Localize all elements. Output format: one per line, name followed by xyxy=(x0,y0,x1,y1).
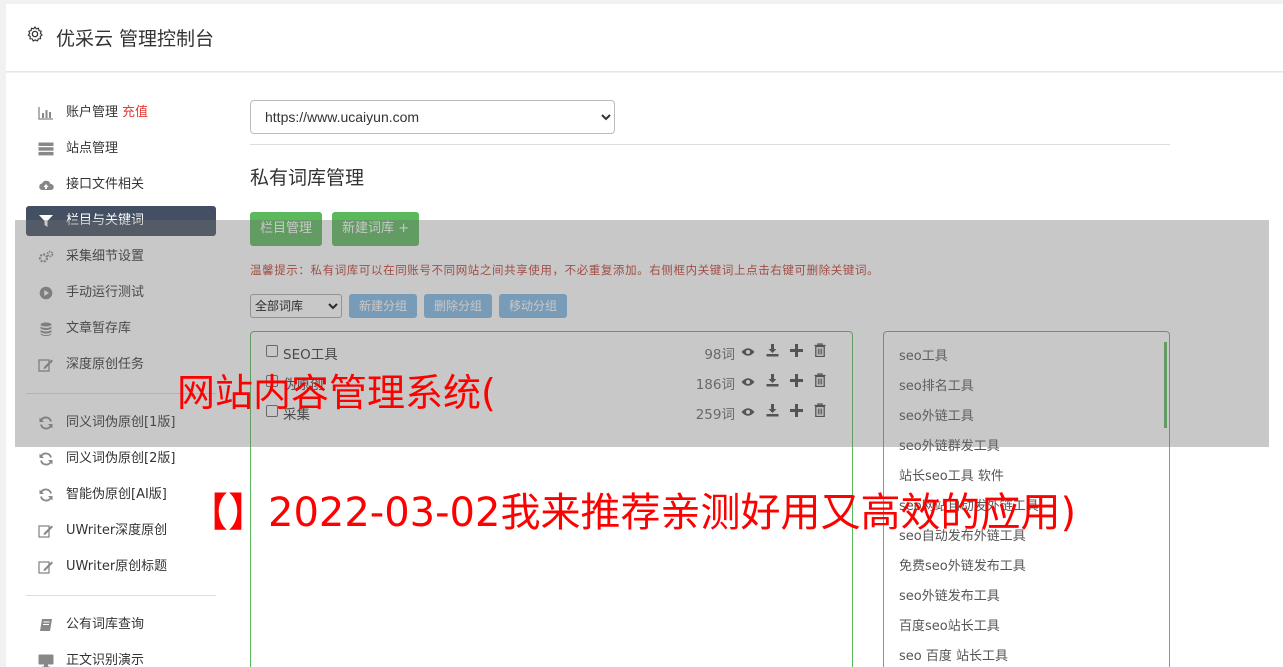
overlay-title: 网站内容管理系统( xyxy=(177,371,496,415)
page-title: 私有词库管理 xyxy=(250,167,365,189)
sidebar-divider xyxy=(26,595,216,596)
sidebar-item-label: 接口文件相关 xyxy=(66,177,145,192)
refresh-icon xyxy=(38,488,54,502)
site-select[interactable]: https://www.ucaiyun.com xyxy=(250,100,615,134)
keyword-item[interactable]: 百度seo站长工具 xyxy=(884,612,1169,642)
header-bar: 优采云 管理控制台 xyxy=(6,4,1283,72)
sidebar-item-label: 正文识别演示 xyxy=(66,653,145,667)
server-icon xyxy=(38,142,54,156)
sidebar-item-label: 公有词库查询 xyxy=(66,617,145,632)
book-icon xyxy=(38,618,54,632)
sidebar-item-label: UWriter原创标题 xyxy=(66,559,168,574)
sidebar-item-label: 同义词伪原创[2版] xyxy=(66,451,176,466)
recharge-link[interactable]: 充值 xyxy=(122,105,148,120)
overlay-subtitle: 【】2022-03-02我来推荐亲测好用又高效的应用) xyxy=(188,490,1077,536)
divider xyxy=(250,144,1170,145)
edit-icon xyxy=(38,524,54,538)
sidebar-item-label: 账户管理 xyxy=(66,105,119,120)
refresh-icon xyxy=(38,452,54,466)
sidebar-item-label: UWriter深度原创 xyxy=(66,523,168,538)
sidebar-item-label: 站点管理 xyxy=(66,141,119,156)
monitor-icon xyxy=(38,654,54,667)
edit-icon xyxy=(38,560,54,574)
keyword-item[interactable]: 免费seo外链发布工具 xyxy=(884,552,1169,582)
keyword-item[interactable]: seo外链发布工具 xyxy=(884,582,1169,612)
bar-chart-icon xyxy=(38,106,54,120)
sidebar-item-interface-files[interactable]: 接口文件相关 xyxy=(26,167,216,203)
sidebar-item-label: 智能伪原创[AI版] xyxy=(66,487,167,502)
sidebar-item-text-recognition[interactable]: 正文识别演示 xyxy=(26,643,216,667)
sidebar-item-account[interactable]: 账户管理 充值 xyxy=(26,95,216,131)
cloud-upload-icon xyxy=(38,178,54,192)
gear-icon xyxy=(27,26,43,42)
sidebar-item-uwriter-title[interactable]: UWriter原创标题 xyxy=(26,549,216,585)
sidebar-item-sites[interactable]: 站点管理 xyxy=(26,131,216,167)
sidebar-item-public-lexicon[interactable]: 公有词库查询 xyxy=(26,607,216,643)
keyword-item[interactable]: seo 百度 站长工具 xyxy=(884,642,1169,667)
app-title: 优采云 管理控制台 xyxy=(56,28,215,50)
